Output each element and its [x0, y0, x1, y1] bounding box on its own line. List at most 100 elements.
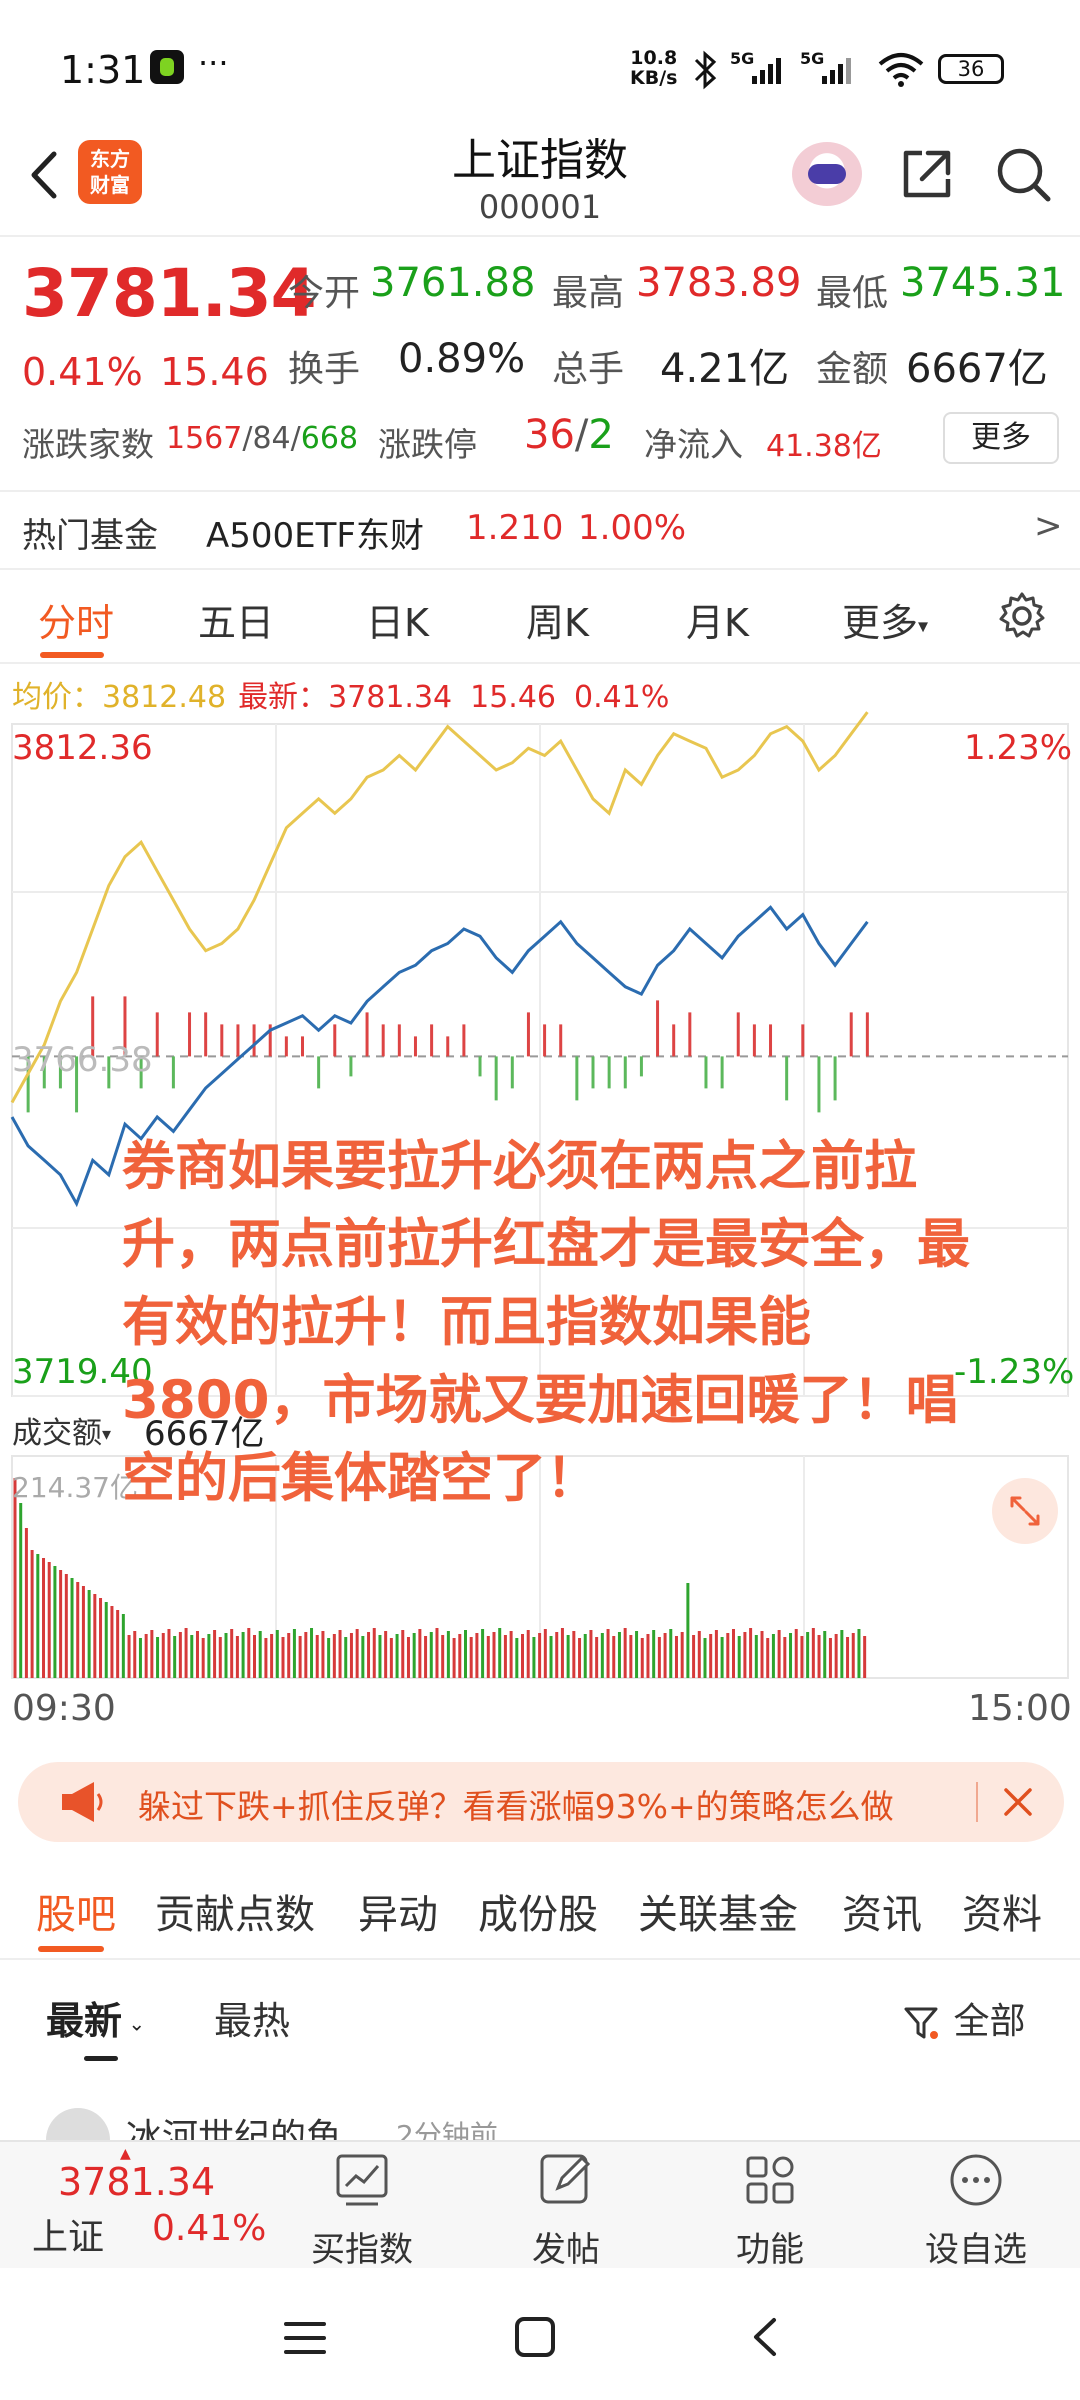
post-preview[interactable]: 冰河世纪的鱼 2分钟前 — [0, 2100, 1080, 2140]
search-icon[interactable] — [994, 145, 1052, 203]
tab-monthly-k[interactable]: 月K — [686, 592, 749, 647]
tab-news[interactable]: 资讯 — [842, 1882, 922, 1940]
share-icon[interactable] — [898, 145, 956, 203]
tab-weekly-k[interactable]: 周K — [526, 592, 589, 647]
caret-up-icon: ▲ — [120, 2146, 131, 2162]
header-divider — [0, 235, 1080, 237]
battery-indicator: 36 — [938, 54, 1004, 84]
tab-daily-k[interactable]: 日K — [366, 592, 429, 647]
more-circle-icon — [950, 2154, 1002, 2206]
post-button[interactable]: 发帖 — [496, 2150, 636, 2271]
chevron-down-icon: ⌄ — [122, 2011, 146, 2036]
tab-more-label: 更多 — [842, 601, 919, 645]
bottom-index-name: 上证 — [32, 2217, 105, 2258]
filter-icon — [904, 2007, 938, 2039]
chevron-right-icon: > — [1034, 506, 1063, 546]
sort-latest-label: 最新 — [46, 1999, 123, 2043]
low-label: 最低 — [816, 273, 889, 314]
tab-movers[interactable]: 异动 — [358, 1882, 438, 1940]
tab-constituents[interactable]: 成份股 — [478, 1882, 598, 1940]
turnover-value: 0.89% — [398, 336, 526, 382]
sort-row: 最新 ⌄ 最热 全部 — [0, 1980, 1080, 2061]
volume-dropdown[interactable]: 成交额▾ — [12, 1408, 111, 1452]
avatar[interactable] — [46, 2108, 110, 2140]
buy-index-label: 买指数 — [311, 2230, 413, 2270]
volume-dropdown-label: 成交额 — [12, 1416, 102, 1451]
tab-intraday[interactable]: 分时 — [38, 592, 114, 647]
promo-banner[interactable]: 躲过下跌+抓住反弹？看看涨幅93%+的策略怎么做 — [18, 1762, 1064, 1842]
bottom-action-bar: 3781.34 ▲ 上证 0.41% 买指数 发帖 功能 设自选 — [0, 2140, 1080, 2271]
x-axis-start-label: 09:30 — [12, 1688, 116, 1729]
volume-label: 总手 — [552, 349, 625, 390]
tab-contribution[interactable]: 贡献点数 — [155, 1882, 315, 1940]
more-stats-button[interactable]: 更多 — [943, 412, 1059, 464]
turnover-label: 换手 — [288, 349, 361, 390]
settings-gear-icon[interactable] — [996, 590, 1048, 642]
limit-label: 涨跌停 — [378, 425, 477, 464]
net-speed-value: 10.8 — [630, 47, 678, 69]
signal-icon: 5G 5G — [730, 49, 851, 84]
inflow-label: 净流入 — [644, 425, 743, 464]
ai-assistant-icon[interactable] — [792, 142, 862, 206]
hot-fund-row[interactable]: 热门基金 A500ETF东财 1.210 1.00% > — [0, 490, 1080, 568]
overlay-annotation: 券商如果要拉升必须在两点之前拉升，两点前拉升红盘才是最安全，最有效的拉升！而且指… — [122, 1136, 970, 1509]
breadth-label: 涨跌家数 — [22, 425, 154, 464]
home-icon[interactable] — [512, 2314, 558, 2360]
volume-value: 4.21亿 — [660, 346, 790, 392]
more-notifications-icon: ··· — [198, 44, 229, 82]
y-axis-top-label: 3812.36 — [12, 728, 153, 768]
bluetooth-icon — [694, 50, 717, 90]
active-tab-indicator — [40, 652, 104, 658]
y-axis-mid-label: 3766.38 — [12, 1040, 153, 1080]
sort-latest[interactable]: 最新 ⌄ — [46, 1990, 145, 2045]
amount-label: 金额 — [816, 349, 889, 390]
post-label: 发帖 — [532, 2230, 600, 2270]
high-value: 3783.89 — [636, 260, 802, 306]
tab-related-funds[interactable]: 关联基金 — [638, 1882, 798, 1940]
filter-button[interactable]: 全部 — [902, 1992, 1025, 2044]
open-label: 今开 — [288, 273, 361, 314]
sort-hot[interactable]: 最热 — [214, 1990, 290, 2045]
svg-text:5G: 5G — [730, 49, 754, 68]
svg-text:5G: 5G — [800, 49, 824, 68]
inflow-value: 41.38亿 — [766, 429, 882, 464]
pct-axis-top-label: 1.23% — [964, 728, 1073, 768]
tab-more[interactable]: 更多▾ — [842, 592, 928, 647]
hot-fund-label: 热门基金 — [22, 516, 158, 556]
megaphone-icon — [62, 1782, 103, 1822]
menu-icon[interactable] — [280, 2318, 330, 2358]
index-quote-widget[interactable]: 3781.34 ▲ 上证 0.41% — [0, 2142, 300, 2270]
filter-label: 全部 — [953, 2001, 1026, 2042]
bottom-index-pct: 0.41% — [152, 2208, 267, 2249]
change-percent: 0.41% — [22, 350, 143, 394]
nav-back-icon[interactable] — [746, 2314, 786, 2360]
hot-fund-price: 1.210 — [466, 508, 564, 548]
add-watchlist-button[interactable]: 设自选 — [906, 2150, 1046, 2271]
promo-text: 躲过下跌+抓住反弹？看看涨幅93%+的策略怎么做 — [138, 1787, 894, 1826]
volume-max-label: 214.37亿 — [12, 1471, 138, 1504]
caret-down-icon: ▾ — [102, 1424, 112, 1445]
system-nav-bar — [0, 2270, 1080, 2400]
bottom-index-price: 3781.34 — [58, 2160, 216, 2204]
close-icon[interactable] — [990, 1774, 1046, 1830]
chart-line-icon — [336, 2154, 388, 2206]
tab-profile[interactable]: 资料 — [962, 1882, 1042, 1940]
functions-button[interactable]: 功能 — [700, 2150, 840, 2271]
post-author: 冰河世纪的鱼 — [126, 2117, 343, 2140]
limit-up: 36 — [524, 412, 575, 458]
caret-down-icon: ▾ — [918, 613, 929, 638]
promo-separator — [976, 1782, 978, 1822]
post-time: 2分钟前 — [396, 2119, 498, 2140]
sort-indicator — [84, 2056, 118, 2061]
net-speed-unit: KB/s — [630, 67, 678, 89]
tab-forum[interactable]: 股吧 — [36, 1882, 116, 1940]
active-subtab-indicator — [38, 1946, 104, 1952]
limit-down: 2 — [588, 412, 614, 458]
change-amount: 15.46 — [160, 350, 269, 394]
status-bar: 1:31 ··· 10.8 KB/s 5G 5G 36 — [0, 0, 1080, 130]
buy-index-button[interactable]: 买指数 — [292, 2150, 432, 2271]
breadth-values: 1567/84/668 — [166, 421, 359, 456]
down-count: 668 — [300, 421, 359, 456]
tab-five-day[interactable]: 五日 — [198, 592, 274, 647]
wifi-icon — [878, 53, 924, 87]
